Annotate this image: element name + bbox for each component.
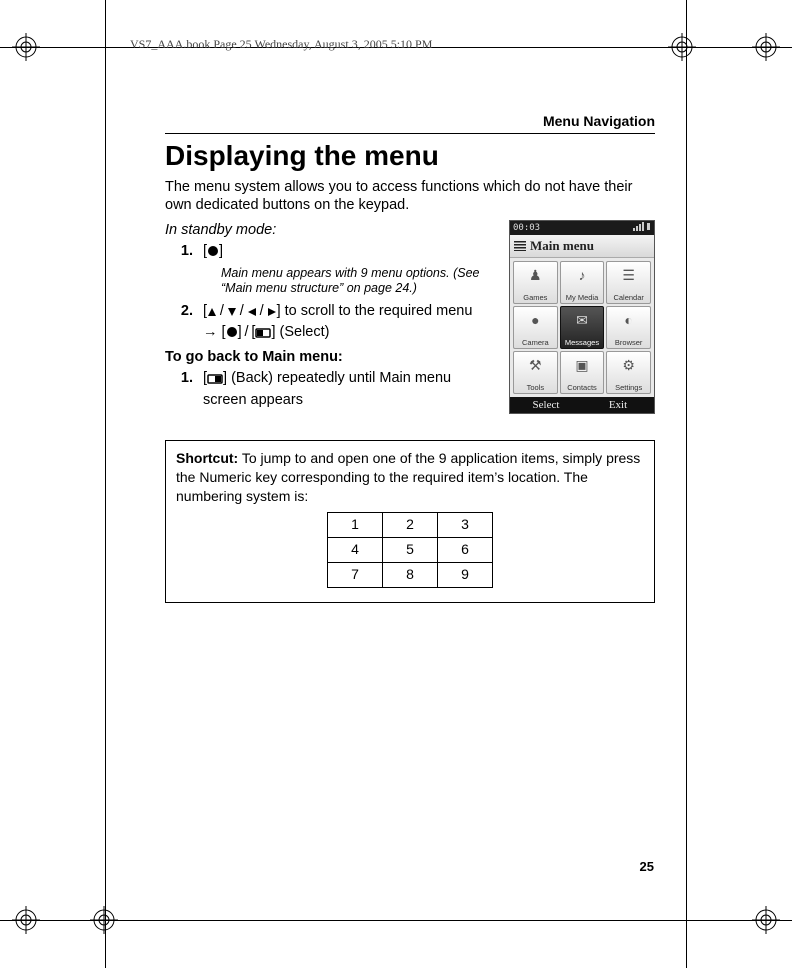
- step-text: ] / [: [238, 324, 256, 340]
- section-rule: [165, 133, 655, 134]
- left-key-icon: [247, 304, 257, 324]
- registration-mark-icon: [752, 906, 780, 934]
- step-number: 1.: [165, 369, 203, 410]
- menu-grid-icon: [514, 241, 526, 251]
- app-label: My Media: [566, 293, 599, 302]
- app-glyph-icon: ⚙: [618, 356, 640, 374]
- registration-mark-icon: [12, 33, 40, 61]
- phone-app-cell: ◐ Browser: [606, 306, 651, 349]
- phone-app-cell: ⚒ Tools: [513, 351, 558, 394]
- app-glyph-icon: ▣: [571, 356, 593, 374]
- breadcrumb: Menu Navigation: [165, 113, 655, 129]
- status-time: 00:03: [513, 223, 540, 233]
- right-key-icon: [267, 304, 277, 324]
- phone-app-cell: ☰ Calendar: [606, 261, 651, 304]
- phone-app-cell: ♟ Games: [513, 261, 558, 304]
- intro-paragraph: The menu system allows you to access fun…: [165, 178, 655, 214]
- phone-app-cell: ▣ Contacts: [560, 351, 605, 394]
- down-key-icon: [227, 304, 237, 324]
- app-glyph-icon: ●: [524, 311, 546, 329]
- crop-line: [0, 920, 792, 921]
- phone-app-cell: ✉ Messages: [560, 306, 605, 349]
- app-label: Calendar: [613, 293, 643, 302]
- sep: /: [217, 303, 227, 319]
- signal-icon: [633, 222, 651, 234]
- step-note: Main menu appears with 9 menu options. (…: [221, 266, 487, 296]
- phone-app-grid: ♟ Games ♪ My Media ☰ Calendar ● Camera ✉ Messages…: [510, 258, 654, 397]
- app-label: Settings: [615, 383, 642, 392]
- app-label: Camera: [522, 338, 549, 347]
- numbering-cell: 6: [438, 537, 493, 562]
- sep: /: [257, 303, 267, 319]
- numbering-cell: 3: [438, 512, 493, 537]
- step-text: ] (Select): [271, 324, 329, 340]
- softkey-right: Exit: [582, 397, 654, 413]
- numbering-cell: 2: [383, 512, 438, 537]
- app-label: Contacts: [567, 383, 597, 392]
- app-label: Games: [523, 293, 547, 302]
- phone-title: Main menu: [530, 238, 594, 254]
- numbering-cell: 5: [383, 537, 438, 562]
- app-glyph-icon: ♪: [571, 266, 593, 284]
- softkey-left: Select: [510, 397, 582, 413]
- center-key-icon: [207, 244, 219, 264]
- subheading: To go back to Main menu:: [165, 349, 487, 365]
- up-key-icon: [207, 304, 217, 324]
- page-content: Menu Navigation Displaying the menu The …: [165, 113, 655, 603]
- numbering-cell: 7: [328, 562, 383, 587]
- numbering-cell: 4: [328, 537, 383, 562]
- app-label: Tools: [527, 383, 545, 392]
- step-number: 2.: [165, 302, 203, 345]
- phone-app-cell: ⚙ Settings: [606, 351, 651, 394]
- numbering-grid: 123 456 789: [327, 512, 493, 588]
- app-glyph-icon: ♟: [524, 266, 546, 284]
- step-number: 1.: [165, 242, 203, 300]
- phone-status-bar: 00:03: [510, 221, 654, 235]
- numbering-cell: 9: [438, 562, 493, 587]
- app-glyph-icon: ✉: [571, 311, 593, 329]
- shortcut-text: To jump to and open one of the 9 applica…: [176, 450, 640, 504]
- phone-title-bar: Main menu: [510, 235, 654, 258]
- sep: /: [237, 303, 247, 319]
- mode-line: In standby mode:: [165, 222, 487, 238]
- app-label: Messages: [565, 338, 599, 347]
- crop-line: [686, 0, 687, 968]
- target-mark-icon: [668, 33, 696, 61]
- page-title: Displaying the menu: [165, 140, 655, 172]
- document-header: VS7_AAA.book Page 25 Wednesday, August 3…: [130, 37, 432, 52]
- app-label: Browser: [615, 338, 643, 347]
- app-glyph-icon: ◐: [618, 311, 640, 329]
- target-mark-icon: [90, 906, 118, 934]
- numbering-cell: 1: [328, 512, 383, 537]
- page-number: 25: [640, 859, 654, 874]
- phone-softkeys: Select Exit: [510, 397, 654, 413]
- steps-column: In standby mode: 1. [] Main menu appears…: [165, 220, 487, 414]
- registration-mark-icon: [752, 33, 780, 61]
- phone-app-cell: ♪ My Media: [560, 261, 605, 304]
- center-key-icon: [226, 325, 238, 345]
- numbering-cell: 8: [383, 562, 438, 587]
- crop-line: [105, 0, 106, 968]
- shortcut-label: Shortcut:: [176, 450, 238, 466]
- shortcut-box: Shortcut: To jump to and open one of the…: [165, 440, 655, 603]
- step-text: ] (Back) repeatedly until Main menu scre…: [203, 370, 451, 408]
- step-text: ]: [219, 243, 223, 259]
- softkey-icon: [207, 371, 223, 391]
- phone-screenshot: 00:03 Main menu ♟ Games ♪ My Media ☰ Calendar…: [509, 220, 655, 414]
- app-glyph-icon: ☰: [618, 266, 640, 284]
- softkey-icon: [255, 325, 271, 345]
- app-glyph-icon: ⚒: [524, 356, 546, 374]
- phone-app-cell: ● Camera: [513, 306, 558, 349]
- registration-mark-icon: [12, 906, 40, 934]
